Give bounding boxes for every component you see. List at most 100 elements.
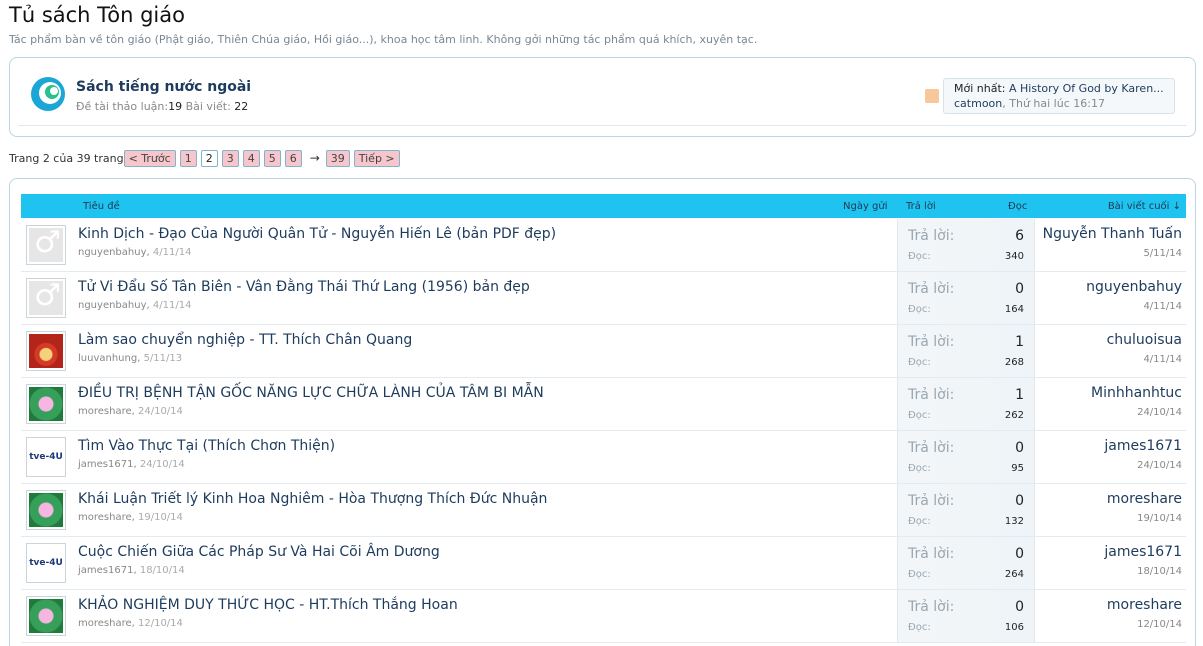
thread-author[interactable]: nguyenbahuy — [78, 247, 147, 258]
replies-count: 0 — [1015, 440, 1024, 456]
views-label: Đọc: — [908, 463, 931, 474]
rss-icon[interactable] — [925, 89, 939, 103]
avatar[interactable]: tve-4U — [26, 437, 66, 477]
last-post-date[interactable]: 5/11/14 — [1042, 248, 1182, 259]
last-page-link[interactable]: 39 — [325, 149, 350, 167]
prev-page-button[interactable]: < Trước — [123, 149, 176, 167]
views-count: 340 — [1004, 251, 1024, 262]
subforum-stats: Đề tài thảo luận:19 Bài viết: 22 — [76, 100, 248, 113]
divider — [18, 125, 1187, 126]
thread-meta: moreshare, 19/10/14 — [78, 512, 183, 523]
latest-post-user[interactable]: catmoon — [954, 97, 1002, 110]
avatar[interactable] — [26, 278, 66, 318]
page-link[interactable]: 4 — [242, 149, 260, 167]
thread-row: tve-4U Tìm Vào Thực Tại (Thích Chơn Thiện… — [21, 431, 1186, 484]
views-count: 132 — [1004, 516, 1024, 527]
last-post-user[interactable]: Nguyễn Thanh Tuấn — [1042, 226, 1182, 242]
avatar[interactable] — [26, 596, 66, 636]
thread-meta: nguyenbahuy, 4/11/14 — [78, 247, 192, 258]
last-post-user[interactable]: chuluoisua — [1042, 332, 1182, 348]
views-label: Đọc: — [908, 357, 931, 368]
thread-meta: moreshare, 24/10/14 — [78, 406, 183, 417]
thread-author[interactable]: moreshare — [78, 406, 132, 417]
thread-row: Làm sao chuyển nghiệp - TT. Thích Chân Q… — [21, 325, 1186, 378]
replies-label: Trả lời: — [908, 387, 955, 403]
avatar[interactable]: tve-4U — [26, 543, 66, 583]
replies-label: Trả lời: — [908, 493, 955, 509]
thread-row: ĐIỀU TRỊ BỆNH TẬN GỐC NĂNG LỰC CHỮA LÀNH… — [21, 378, 1186, 431]
last-post-date[interactable]: 4/11/14 — [1042, 301, 1182, 312]
last-post-date[interactable]: 12/10/14 — [1042, 619, 1182, 630]
last-post: nguyenbahuy 4/11/14 — [1042, 279, 1182, 312]
pagination: Trang 2 của 39 trang < Trước 1 2 3 4 5 6… — [9, 149, 404, 167]
last-post-date[interactable]: 19/10/14 — [1042, 513, 1182, 524]
last-post-user[interactable]: Minhhanhtuc — [1042, 385, 1182, 401]
thread-title-link[interactable]: Kinh Dịch - Đạo Của Người Quân Tử - Nguy… — [78, 226, 556, 242]
avatar[interactable] — [26, 384, 66, 424]
thread-title-link[interactable]: Cuộc Chiến Giữa Các Pháp Sư Và Hai Cõi Â… — [78, 544, 440, 560]
sort-by-replies[interactable]: Trả lời — [906, 201, 936, 212]
thread-title-link[interactable]: ĐIỀU TRỊ BỆNH TẬN GỐC NĂNG LỰC CHỮA LÀNH… — [78, 385, 544, 401]
avatar-text: tve-4U — [29, 546, 63, 580]
replies-label: Trả lời: — [908, 440, 955, 456]
forum-logo-icon[interactable] — [30, 76, 66, 112]
sort-by-title[interactable]: Tiêu đề — [83, 201, 120, 212]
last-post-user[interactable]: james1671 — [1042, 438, 1182, 454]
replies-count: 1 — [1015, 334, 1024, 350]
page-current[interactable]: 2 — [200, 149, 218, 167]
pagination-label: Trang 2 của 39 trang — [9, 151, 124, 165]
thread-author[interactable]: moreshare — [78, 512, 132, 523]
thread-author[interactable]: luuvanhung — [78, 353, 137, 364]
threads-count: 19 — [168, 100, 183, 113]
replies-count: 0 — [1015, 493, 1024, 509]
page-link[interactable]: 5 — [263, 149, 281, 167]
page-link[interactable]: 3 — [221, 149, 239, 167]
thread-list: Tiêu đề Ngày gửi Trả lời Đọc Bài viết cu… — [9, 178, 1196, 646]
thread-title-link[interactable]: Tử Vi Đẩu Số Tân Biên - Vân Đằng Thái Th… — [78, 279, 530, 295]
thread-author[interactable]: moreshare — [78, 618, 132, 629]
views-count: 264 — [1004, 569, 1024, 580]
thread-author[interactable]: james1671 — [78, 565, 133, 576]
last-post-user[interactable]: nguyenbahuy — [1042, 279, 1182, 295]
last-post-user[interactable]: moreshare — [1042, 491, 1182, 507]
last-post-date[interactable]: 24/10/14 — [1042, 460, 1182, 471]
avatar[interactable] — [26, 331, 66, 371]
thread-author[interactable]: nguyenbahuy — [78, 300, 147, 311]
avatar[interactable] — [26, 225, 66, 265]
next-page-button[interactable]: Tiếp > — [353, 149, 400, 167]
latest-post-time: Thứ hai lúc 16:17 — [1009, 97, 1105, 110]
avatar[interactable] — [26, 490, 66, 530]
thread-title-link[interactable]: Làm sao chuyển nghiệp - TT. Thích Chân Q… — [78, 332, 412, 348]
page-link[interactable]: 1 — [179, 149, 197, 167]
replies-count: 0 — [1015, 546, 1024, 562]
page-link[interactable]: 6 — [284, 149, 302, 167]
sort-by-date[interactable]: Ngày gửi — [843, 201, 888, 212]
thread-start-date: 4/11/14 — [152, 300, 192, 311]
sort-by-views[interactable]: Đọc — [1008, 201, 1027, 212]
sort-by-last-post[interactable]: Bài viết cuối ↓ — [1108, 201, 1181, 212]
replies-label: Trả lời: — [908, 228, 955, 244]
thread-stats: Trả lời: 0 Đọc: 132 — [897, 484, 1035, 536]
thread-meta: nguyenbahuy, 4/11/14 — [78, 300, 192, 311]
thread-author[interactable]: james1671 — [78, 459, 133, 470]
thread-row: KHẢO NGHIỆM DUY THỨC HỌC - HT.Thích Thắn… — [21, 590, 1186, 643]
last-post-date[interactable]: 24/10/14 — [1042, 407, 1182, 418]
subforum-link[interactable]: Sách tiếng nước ngoài — [76, 79, 251, 95]
thread-start-date: 19/10/14 — [137, 512, 183, 523]
views-count: 262 — [1004, 410, 1024, 421]
views-count: 164 — [1004, 304, 1024, 315]
thread-title-link[interactable]: Tìm Vào Thực Tại (Thích Chơn Thiện) — [78, 438, 335, 454]
thread-title-link[interactable]: Khái Luận Triết lý Kinh Hoa Nghiêm - Hòa… — [78, 491, 547, 507]
replies-count: 0 — [1015, 599, 1024, 615]
last-post-user[interactable]: moreshare — [1042, 597, 1182, 613]
last-post-date[interactable]: 4/11/14 — [1042, 354, 1182, 365]
last-post-user[interactable]: james1671 — [1042, 544, 1182, 560]
replies-label: Trả lời: — [908, 281, 955, 297]
views-label: Đọc: — [908, 410, 931, 421]
latest-post-link[interactable]: A History Of God by Karen... — [1009, 82, 1164, 95]
last-post-date[interactable]: 18/10/14 — [1042, 566, 1182, 577]
thread-title-link[interactable]: KHẢO NGHIỆM DUY THỨC HỌC - HT.Thích Thắn… — [78, 597, 458, 613]
page-jump-arrow[interactable]: → — [310, 151, 320, 165]
thread-stats: Trả lời: 0 Đọc: 95 — [897, 431, 1035, 483]
thread-stats: Trả lời: 0 Đọc: 164 — [897, 272, 1035, 324]
